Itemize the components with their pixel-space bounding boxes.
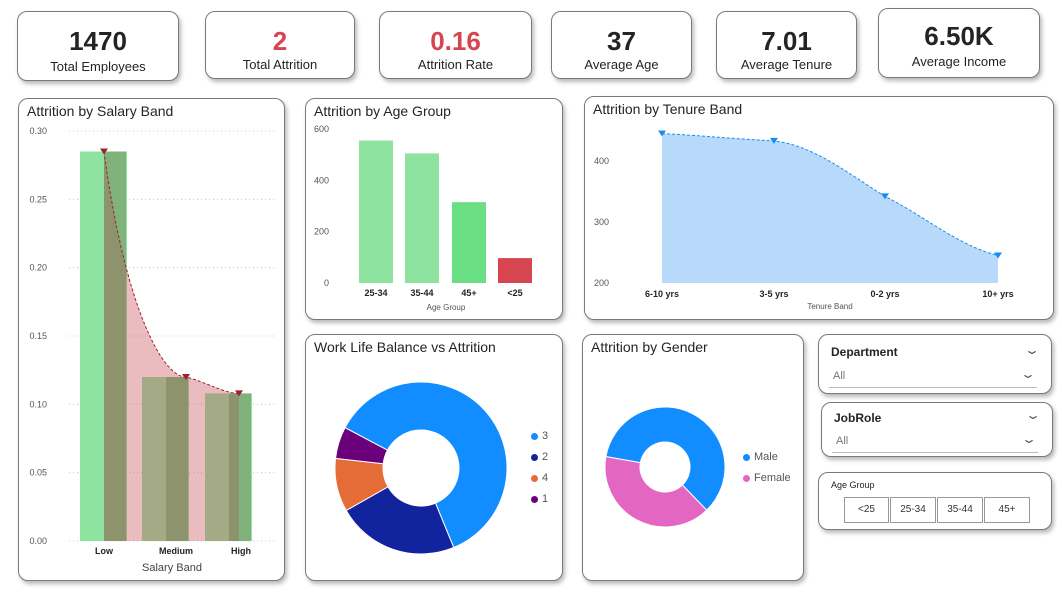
x-tick-label: 0-2 yrs <box>870 289 899 299</box>
y-tick-label: 0.15 <box>29 331 47 341</box>
legend-label: Female <box>754 472 791 484</box>
jobrole-dropdown[interactable]: All ⌄ <box>832 430 1038 453</box>
legend-item[interactable]: 2 <box>531 451 548 463</box>
kpi-value: 6.50K <box>924 21 994 51</box>
kpi-label: Total Attrition <box>242 57 318 72</box>
y-tick-label: 600 <box>314 124 329 134</box>
department-slicer: Department ⌄ All ⌄ <box>818 334 1052 394</box>
bar <box>359 140 393 283</box>
legend-dot-icon <box>531 453 538 461</box>
salary-band-plot: 0.30 0.25 0.20 0.15 0.10 0.05 0.00 Low Medium Hig… <box>29 126 274 574</box>
department-dropdown[interactable]: All ⌄ <box>829 365 1037 388</box>
legend-item[interactable]: Male <box>743 451 778 463</box>
kpi-label: Average Income <box>911 54 1007 69</box>
legend-dot-icon <box>743 474 750 482</box>
legend-label: 2 <box>542 451 549 463</box>
work-life-balance-plot <box>334 381 508 555</box>
kpi-label: Average Age <box>584 57 659 72</box>
kpi-value: 1470 <box>69 26 127 56</box>
x-tick-label: <25 <box>507 288 522 298</box>
kpi-value: 0.16 <box>430 26 481 56</box>
slicer-title: Department <box>831 345 898 359</box>
slicer-title: JobRole <box>834 411 882 425</box>
y-tick-label: 0.20 <box>29 263 47 273</box>
chevron-down-icon: ⌄ <box>1019 367 1037 381</box>
x-tick-label: 3-5 yrs <box>759 289 788 299</box>
kpi-average-tenure: 7.01 Average Tenure <box>716 11 857 79</box>
dropdown-value: All <box>836 435 849 447</box>
x-tick-label: Medium <box>159 546 193 556</box>
tenure-band-chart[interactable]: Attrition by Tenure Band 400 300 200 6-10 y… <box>584 96 1054 320</box>
legend-label: 3 <box>542 430 549 442</box>
collapse-chevron-icon[interactable]: ⌄ <box>1025 408 1041 422</box>
legend-label: Male <box>754 451 778 463</box>
legend-item[interactable]: 3 <box>531 430 548 442</box>
x-axis-title: Tenure Band <box>807 302 852 311</box>
y-tick-label: 400 <box>594 156 609 166</box>
x-axis-title: Salary Band <box>142 562 202 574</box>
legend-dot-icon <box>531 474 538 482</box>
dropdown-value: All <box>833 370 846 382</box>
legend-item[interactable]: 1 <box>531 493 548 505</box>
kpi-value: 37 <box>607 26 636 56</box>
x-tick-label: 35-44 <box>410 288 433 298</box>
kpi-attrition-rate: 0.16 Attrition Rate <box>379 11 532 79</box>
y-tick-label: 0.00 <box>29 536 47 546</box>
jobrole-slicer: JobRole ⌄ All ⌄ <box>821 402 1053 457</box>
kpi-total-employees: 1470 Total Employees <box>17 11 179 81</box>
bar-series-2 <box>104 151 126 541</box>
y-tick-label: 0 <box>324 278 329 288</box>
y-tick-label: 300 <box>594 217 609 227</box>
kpi-label: Attrition Rate <box>417 57 494 72</box>
area-fill <box>662 133 998 283</box>
collapse-chevron-icon[interactable]: ⌄ <box>1024 343 1040 357</box>
legend-dot-icon <box>531 495 538 503</box>
bar <box>452 202 486 283</box>
y-tick-label: 0.30 <box>29 126 47 136</box>
gender-chart[interactable]: Attrition by Gender Male Female <box>582 334 804 581</box>
legend-dot-icon <box>743 453 750 461</box>
bar-series-2 <box>166 377 188 541</box>
kpi-value: 7.01 <box>761 26 812 56</box>
y-tick-label: 200 <box>314 227 329 237</box>
legend-item[interactable]: Female <box>743 472 791 484</box>
y-tick-label: 200 <box>594 278 609 288</box>
age-option-35-44[interactable]: 35-44 <box>937 497 983 523</box>
kpi-label: Average Tenure <box>740 57 833 72</box>
legend-dot-icon <box>531 432 538 440</box>
x-tick-label: Low <box>95 546 114 556</box>
bar-series-2 <box>229 393 251 541</box>
x-tick-label: High <box>231 546 251 556</box>
age-option-45-plus[interactable]: 45+ <box>984 497 1030 523</box>
y-tick-label: 0.05 <box>29 468 47 478</box>
salary-band-chart[interactable]: Attrition by Salary Band 0.30 0.25 0.20 0.1… <box>18 98 285 581</box>
x-tick-label: 45+ <box>461 288 476 298</box>
x-tick-label: 6-10 yrs <box>645 289 679 299</box>
legend-item[interactable]: 4 <box>531 472 548 484</box>
bar <box>498 258 532 283</box>
y-tick-label: 0.10 <box>29 399 47 409</box>
slicer-title: Age Group <box>831 480 875 490</box>
tenure-band-plot: 400 300 200 6-10 yrs 3-5 yrs 0-2 yrs 10+ yrs Te… <box>594 130 1014 311</box>
age-group-plot: 600 400 200 0 25-34 35-44 45+ <25 Age Group <box>314 124 532 312</box>
legend-label: 1 <box>542 493 549 505</box>
x-tick-label: 25-34 <box>364 288 387 298</box>
kpi-average-age: 37 Average Age <box>551 11 692 79</box>
age-option-under-25[interactable]: <25 <box>844 497 889 523</box>
age-group-slicer: Age Group <25 25-34 35-44 45+ <box>818 472 1052 530</box>
kpi-total-attrition: 2 Total Attrition <box>205 11 355 79</box>
age-group-chart[interactable]: Attrition by Age Group 600 400 200 0 25-34 35… <box>305 98 563 320</box>
x-tick-label: 10+ yrs <box>982 289 1013 299</box>
y-tick-label: 400 <box>314 175 329 185</box>
age-option-25-34[interactable]: 25-34 <box>890 497 936 523</box>
legend-label: 4 <box>542 472 549 484</box>
chevron-down-icon: ⌄ <box>1020 432 1038 446</box>
kpi-label: Total Employees <box>50 59 146 74</box>
bar <box>405 153 439 283</box>
x-axis-title: Age Group <box>427 303 466 312</box>
work-life-balance-chart[interactable]: Work Life Balance vs Attrition 3 2 4 1 <box>305 334 563 581</box>
kpi-average-income: 6.50K Average Income <box>878 8 1040 78</box>
kpi-value: 2 <box>272 26 288 56</box>
y-tick-label: 0.25 <box>29 194 47 204</box>
